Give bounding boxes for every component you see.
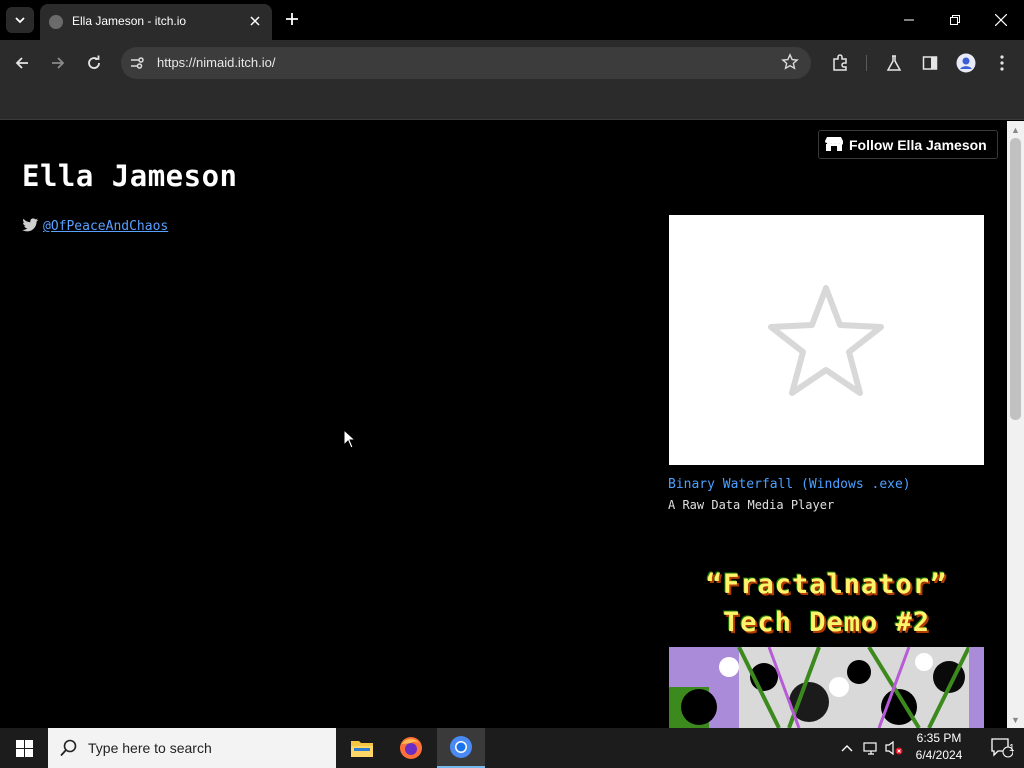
side-panel-icon <box>922 56 938 70</box>
game-title-link[interactable]: Binary Waterfall (Windows .exe) <box>668 477 911 492</box>
system-clock[interactable]: 6:35 PM 6/4/2024 <box>904 730 974 766</box>
windows-logo-icon <box>15 739 33 757</box>
star-placeholder-icon <box>768 285 884 396</box>
browser-toolbar: https://nimaid.itch.io/ <box>0 40 1024 86</box>
tray-overflow-chevron-icon[interactable] <box>838 738 856 758</box>
twitter-link[interactable]: @OfPeaceAndChaos <box>43 219 168 234</box>
game-thumbnail-fractalnator[interactable]: “Fractalnator” Tech Demo #2 <box>669 565 984 728</box>
close-tab-button[interactable] <box>246 12 264 30</box>
itchio-logo-icon <box>825 137 843 151</box>
windows-taskbar: Type here to search 6:35 PM 6/4/2024 1 <box>0 728 1024 768</box>
firefox-icon <box>400 737 422 759</box>
browser-menu-button[interactable] <box>991 52 1013 74</box>
arrow-left-icon <box>15 57 28 69</box>
favicon-icon <box>49 15 63 29</box>
plus-icon <box>286 13 298 25</box>
notification-center-button[interactable]: 1 <box>980 728 1024 768</box>
taskbar-search-placeholder: Type here to search <box>88 740 212 756</box>
tab-search-button[interactable] <box>6 7 34 33</box>
search-icon <box>60 739 77 757</box>
address-bar[interactable]: https://nimaid.itch.io/ <box>121 47 811 79</box>
close-window-button[interactable] <box>988 8 1014 32</box>
taskbar-chrome[interactable] <box>437 728 485 768</box>
page-scrollbar[interactable]: ▲ ▼ <box>1007 121 1024 728</box>
mouse-cursor-icon <box>343 429 357 449</box>
fractal-art-image <box>669 647 984 728</box>
scroll-up-arrow-icon[interactable]: ▲ <box>1007 121 1024 138</box>
bookmarks-bar <box>0 86 1024 120</box>
arrow-right-icon <box>52 57 65 69</box>
minimize-button[interactable] <box>896 8 922 32</box>
scrollbar-thumb[interactable] <box>1010 138 1021 420</box>
scroll-down-arrow-icon[interactable]: ▼ <box>1007 711 1024 728</box>
tab-title: Ella Jameson - itch.io <box>72 14 187 28</box>
thumbnail-title-line-2: Tech Demo #2 <box>722 607 931 638</box>
twitter-icon <box>22 218 39 232</box>
game-description: A Raw Data Media Player <box>668 498 835 512</box>
puzzle-icon <box>833 54 847 71</box>
taskbar-firefox[interactable] <box>387 728 435 768</box>
labs-button[interactable] <box>883 52 905 74</box>
game-thumbnail[interactable] <box>669 215 984 465</box>
taskbar-search-box[interactable]: Type here to search <box>48 728 336 768</box>
extensions-button[interactable] <box>829 52 851 74</box>
clock-date: 6/4/2024 <box>915 748 963 762</box>
chrome-icon <box>450 736 472 758</box>
tab-strip: Ella Jameson - itch.io <box>0 0 1024 40</box>
network-icon[interactable] <box>862 738 880 758</box>
browser-tab[interactable]: Ella Jameson - itch.io <box>40 4 272 40</box>
thumbnail-title-line-1: “Fractalnator” <box>705 569 948 600</box>
close-icon <box>250 16 260 26</box>
page-title: Ella Jameson <box>22 159 238 193</box>
restore-button[interactable] <box>942 8 968 32</box>
reload-button[interactable] <box>83 52 105 74</box>
back-button[interactable] <box>11 52 33 74</box>
folder-icon <box>351 741 373 757</box>
reload-icon <box>88 55 100 69</box>
follow-button-label: Follow Ella Jameson <box>849 137 987 153</box>
start-button[interactable] <box>0 728 48 768</box>
side-panel-button[interactable] <box>919 52 941 74</box>
restore-icon <box>950 15 960 25</box>
more-vert-icon <box>1000 55 1004 71</box>
flask-icon <box>886 55 902 71</box>
profile-button[interactable] <box>955 52 977 74</box>
follow-button[interactable]: Follow Ella Jameson <box>818 130 998 159</box>
page-content: Follow Ella Jameson Ella Jameson @OfPeac… <box>0 121 1007 728</box>
new-tab-button[interactable] <box>282 9 302 29</box>
url-text[interactable]: https://nimaid.itch.io/ <box>157 55 276 70</box>
toolbar-divider <box>866 55 867 71</box>
close-icon <box>995 14 1007 26</box>
volume-muted-icon[interactable] <box>885 738 903 758</box>
clock-time: 6:35 PM <box>916 731 962 745</box>
chevron-down-icon <box>15 17 25 24</box>
forward-button[interactable] <box>47 52 69 74</box>
minimize-icon <box>904 19 914 21</box>
bookmark-star-icon[interactable] <box>781 53 801 73</box>
site-info-icon[interactable] <box>129 55 145 71</box>
notification-count-badge: 1 <box>1009 743 1015 754</box>
taskbar-file-explorer[interactable] <box>338 728 386 768</box>
profile-avatar-icon <box>956 53 976 73</box>
